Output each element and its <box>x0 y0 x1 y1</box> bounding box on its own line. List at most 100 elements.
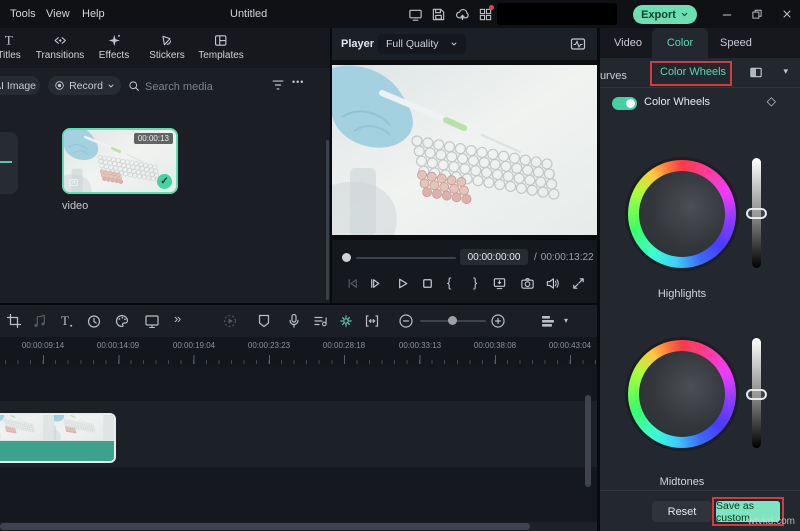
cloud-upload-icon[interactable] <box>455 7 470 22</box>
scrubber-handle[interactable] <box>342 253 351 262</box>
divider <box>330 28 332 303</box>
ripple-edit-icon[interactable] <box>364 313 380 329</box>
voiceover-icon[interactable] <box>286 313 302 329</box>
zoom-out-icon[interactable] <box>398 313 414 329</box>
search-input[interactable] <box>143 76 259 97</box>
track-manager-icon[interactable] <box>540 313 556 329</box>
effects-icon <box>106 33 121 48</box>
preview-video-content <box>332 64 597 236</box>
menu-help[interactable]: Help <box>82 8 105 20</box>
ruler-label: 00:00:33:13 <box>399 341 441 350</box>
keyframe-diamond-icon[interactable]: ◇ <box>767 94 776 108</box>
track-manager-caret-icon[interactable]: ▾ <box>564 316 568 325</box>
tab-stickers[interactable]: Stickers <box>149 33 185 61</box>
restore-button[interactable] <box>751 8 763 20</box>
crop-tool-icon[interactable] <box>6 313 22 329</box>
tab-effects[interactable]: Effects <box>99 33 129 61</box>
ruler-label: 00:00:23:23 <box>248 341 290 350</box>
export-button[interactable]: Export <box>633 5 697 24</box>
midtones-color-wheel[interactable] <box>628 340 736 448</box>
close-button[interactable] <box>781 8 793 20</box>
record-button[interactable]: Record <box>48 76 121 95</box>
audio-mixer-icon[interactable] <box>312 313 328 329</box>
highlights-slider-handle[interactable] <box>746 208 767 219</box>
timeline-zoom-handle[interactable] <box>448 316 457 325</box>
divider <box>0 303 597 305</box>
total-duration: / 00:00:13:22 <box>534 252 594 263</box>
save-icon[interactable] <box>431 7 446 22</box>
search-icon <box>128 80 140 92</box>
render-to-device-button[interactable] <box>492 276 507 291</box>
timeline-clip-video[interactable] <box>0 413 116 463</box>
selected-check-icon: ✓ <box>157 174 172 189</box>
titles-icon: T <box>2 33 17 48</box>
tab-color[interactable]: Color <box>652 28 708 58</box>
clip-thumbnails <box>0 415 114 441</box>
filter-icon[interactable] <box>271 78 285 92</box>
timeline-horizontal-scrollbar[interactable] <box>0 523 530 530</box>
next-frame-button[interactable] <box>368 276 383 291</box>
color-wheels-toggle[interactable] <box>612 97 637 110</box>
timeline-section: T » <box>0 305 597 531</box>
media-item-partial[interactable] <box>0 132 18 194</box>
highlights-color-wheel[interactable] <box>628 160 736 268</box>
midtones-slider-handle[interactable] <box>746 389 767 400</box>
audio-tool-icon[interactable] <box>32 313 48 329</box>
tab-titles[interactable]: T Titles <box>0 33 21 61</box>
ai-image-button[interactable]: AI Image <box>0 76 40 95</box>
marker-icon[interactable] <box>256 313 272 329</box>
tab-transitions[interactable]: Transitions <box>36 33 85 61</box>
tab-templates[interactable]: Templates <box>198 33 244 61</box>
color-tool-icon[interactable] <box>114 313 130 329</box>
preview-video-frame[interactable] <box>332 60 597 240</box>
menu-view[interactable]: View <box>46 8 70 20</box>
player-header: Player Full Quality <box>332 28 597 60</box>
tab-video[interactable]: Video <box>614 37 642 49</box>
play-button[interactable] <box>395 276 410 291</box>
timeline-ruler[interactable]: 00:00:09:14 00:00:14:09 00:00:19:04 00:0… <box>0 337 597 367</box>
media-panel: T Titles Transitions Effects <box>0 28 330 303</box>
record-icon <box>54 80 65 91</box>
stop-button[interactable] <box>420 276 435 291</box>
mark-in-button[interactable]: { <box>447 275 451 290</box>
mark-out-button[interactable]: } <box>473 275 477 290</box>
magnetic-timeline-icon[interactable] <box>338 313 354 329</box>
render-preview-icon[interactable] <box>222 313 238 329</box>
snapshot-button[interactable] <box>520 276 535 291</box>
media-item-video[interactable]: 00:00:13 ✓ <box>62 128 178 194</box>
notification-dot <box>489 5 494 10</box>
more-tools-icon[interactable]: » <box>174 311 181 326</box>
color-clip-thumb <box>0 161 12 163</box>
menu-tools[interactable]: Tools <box>10 8 36 20</box>
templates-icon <box>213 33 228 48</box>
transitions-icon <box>52 33 67 48</box>
collapse-chevron-icon[interactable]: ▾ <box>783 66 788 77</box>
svg-text:T: T <box>5 33 13 48</box>
project-title: Untitled <box>230 8 267 20</box>
speed-tool-icon[interactable] <box>86 313 102 329</box>
display-mode-icon[interactable] <box>408 7 423 22</box>
subtab-curves[interactable]: Curves <box>600 66 642 81</box>
timeline-horizontal-scroll-track[interactable] <box>0 522 597 531</box>
asset-category-bar: T Titles Transitions Effects <box>0 28 330 68</box>
scrubber-track[interactable] <box>356 257 456 259</box>
compare-split-icon[interactable] <box>748 65 764 80</box>
media-scrollbar[interactable] <box>326 140 329 300</box>
title-bar: Tools View Help Untitled Export <box>0 0 800 28</box>
ruler-label: 00:00:19:04 <box>173 341 215 350</box>
volume-button[interactable] <box>545 276 560 291</box>
text-tool-icon[interactable]: T <box>58 313 74 329</box>
zoom-in-icon[interactable] <box>490 313 506 329</box>
timeline-tracks[interactable] <box>0 367 597 522</box>
scopes-icon[interactable] <box>569 36 587 52</box>
reset-button[interactable]: Reset <box>652 501 712 522</box>
subtab-color-wheels[interactable]: Color Wheels <box>660 66 726 78</box>
tab-speed[interactable]: Speed <box>720 37 752 49</box>
previous-frame-button[interactable] <box>345 276 360 291</box>
motion-tracking-tool-icon[interactable] <box>144 313 160 329</box>
fullscreen-button[interactable] <box>571 276 586 291</box>
more-options-icon[interactable]: ••• <box>292 77 304 87</box>
minimize-button[interactable] <box>721 9 733 21</box>
quality-dropdown[interactable]: Full Quality <box>378 34 466 54</box>
timeline-vertical-scrollbar[interactable] <box>585 395 591 487</box>
